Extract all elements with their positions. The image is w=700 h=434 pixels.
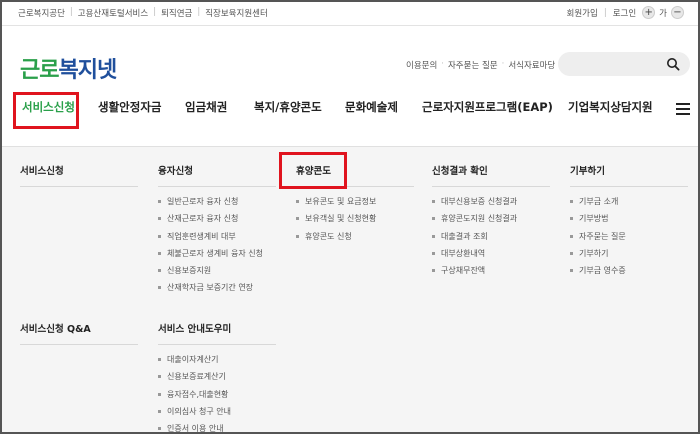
nav-eap[interactable]: 근로자지원프로그램(EAP) xyxy=(422,99,553,115)
submenu-item[interactable]: 융자접수,대출현황 xyxy=(158,389,276,406)
separator: · xyxy=(501,59,505,69)
top-utility-bar: 근로복지공단 | 고용산재토털서비스 | 퇴직연금 | 직장보육지원센터 회원가… xyxy=(2,2,698,26)
top-link-pension[interactable]: 퇴직연금 xyxy=(161,7,192,19)
column-title[interactable]: 서비스신청 xyxy=(20,163,138,187)
submenu-item[interactable]: 기부방법 xyxy=(570,213,688,230)
submenu-item[interactable]: 기부하기 xyxy=(570,248,688,265)
search-icon[interactable] xyxy=(666,57,680,71)
help-link-forms[interactable]: 서식자료마당 xyxy=(508,59,555,71)
submenu-item[interactable]: 대출결과 조회 xyxy=(432,231,550,248)
search-input[interactable] xyxy=(568,55,663,73)
login-link[interactable]: 로그인 xyxy=(613,7,636,19)
menu-icon-bar xyxy=(676,113,690,115)
column-title[interactable]: 신청결과 확인 xyxy=(432,163,550,187)
family-site-links: 근로복지공단 | 고용산재토털서비스 | 퇴직연금 | 직장보육지원센터 xyxy=(18,7,268,19)
submenu-item[interactable]: 대출이자계산기 xyxy=(158,354,276,371)
submenu-item[interactable]: 자주묻는 질문 xyxy=(570,231,688,248)
submenu-item[interactable]: 대부신용보증 신청결과 xyxy=(432,196,550,213)
menu-column-loan: 융자신청 일반근로자 융자 신청 산재근로자 융자 신청 직업훈련생계비 대부 … xyxy=(158,163,276,300)
column-title[interactable]: 서비스 안내도우미 xyxy=(158,321,276,345)
separator: | xyxy=(603,7,607,18)
submenu-item[interactable]: 휴양콘도지원 신청결과 xyxy=(432,213,550,230)
separator: | xyxy=(153,7,157,17)
submenu-item[interactable]: 보유객실 및 신청현황 xyxy=(296,213,414,230)
site-logo[interactable]: 근로 복지넷 xyxy=(20,52,117,84)
top-link-total-service[interactable]: 고용산재토털서비스 xyxy=(78,7,148,19)
highlight-box-condo xyxy=(279,152,347,189)
top-link-kcomwel[interactable]: 근로복지공단 xyxy=(18,7,65,19)
menu-column-service-apply: 서비스신청 xyxy=(20,163,138,196)
nav-culture-festival[interactable]: 문화예술제 xyxy=(345,99,398,115)
submenu-item[interactable]: 신용보증료계산기 xyxy=(158,371,276,388)
separator: | xyxy=(69,7,73,17)
help-link-inquiry[interactable]: 이용문의 xyxy=(406,59,437,71)
nav-welfare-condo[interactable]: 복지/휴양콘도 xyxy=(254,99,322,115)
column-title[interactable]: 융자신청 xyxy=(158,163,276,187)
nav-wage-claim[interactable]: 임금채권 xyxy=(185,99,227,115)
main-navigation: 서비스신청 생활안정자금 임금채권 복지/휴양콘도 문화예술제 근로자지원프로그… xyxy=(2,92,698,128)
top-link-childcare[interactable]: 직장보육지원센터 xyxy=(205,7,268,19)
submenu-item[interactable]: 구상채무잔액 xyxy=(432,265,550,282)
menu-column-service-qna: 서비스신청 Q&A xyxy=(20,321,138,354)
submenu-list: 일반근로자 융자 신청 산재근로자 융자 신청 직업훈련생계비 대부 체불근로자… xyxy=(158,196,276,300)
submenu-item[interactable]: 신용보증지원 xyxy=(158,265,276,282)
submenu-item[interactable]: 직업훈련생계비 대부 xyxy=(158,231,276,248)
submenu-item[interactable]: 기부금 소개 xyxy=(570,196,688,213)
menu-column-result-check: 신청결과 확인 대부신용보증 신청결과 휴양콘도지원 신청결과 대출결과 조회 … xyxy=(432,163,550,282)
submenu-list: 보유콘도 및 요금정보 보유객실 및 신청현황 휴양콘도 신청 xyxy=(296,196,414,248)
submenu-item[interactable]: 산재근로자 융자 신청 xyxy=(158,213,276,230)
separator: | xyxy=(197,7,201,17)
column-title[interactable]: 기부하기 xyxy=(570,163,688,187)
font-size-label: 가 xyxy=(659,8,667,19)
search-box xyxy=(558,52,690,76)
submenu-item[interactable]: 이의심사 청구 안내 xyxy=(158,406,276,423)
account-tools: 회원가입 | 로그인 + 가 − xyxy=(567,6,684,19)
mega-menu-panel: 서비스신청 융자신청 일반근로자 융자 신청 산재근로자 융자 신청 직업훈련생… xyxy=(2,146,698,432)
submenu-item[interactable]: 인증서 이용 안내 xyxy=(158,423,276,432)
zoom-out-button[interactable]: − xyxy=(671,6,684,19)
logo-text-part2: 복지넷 xyxy=(58,58,117,83)
menu-column-donation: 기부하기 기부금 소개 기부방법 자주묻는 질문 기부하기 기부금 영수증 xyxy=(570,163,688,282)
help-link-faq[interactable]: 자주묻는 질문 xyxy=(448,59,498,71)
submenu-list: 기부금 소개 기부방법 자주묻는 질문 기부하기 기부금 영수증 xyxy=(570,196,688,282)
submenu-list: 대부신용보증 신청결과 휴양콘도지원 신청결과 대출결과 조회 대부상환내역 구… xyxy=(432,196,550,282)
submenu-item[interactable]: 보유콘도 및 요금정보 xyxy=(296,196,414,213)
menu-icon-bar xyxy=(676,103,690,105)
column-title[interactable]: 서비스신청 Q&A xyxy=(20,321,138,345)
submenu-item[interactable]: 체불근로자 생계비 융자 신청 xyxy=(158,248,276,265)
menu-column-service-guide: 서비스 안내도우미 대출이자계산기 신용보증료계산기 융자접수,대출현황 이의심… xyxy=(158,321,276,432)
highlight-box-nav xyxy=(13,92,79,129)
page-frame: 근로복지공단 | 고용산재토털서비스 | 퇴직연금 | 직장보육지원센터 회원가… xyxy=(0,0,700,434)
zoom-in-button[interactable]: + xyxy=(642,6,656,19)
submenu-item[interactable]: 산재학자금 보증기간 연장 xyxy=(158,282,276,299)
nav-corporate-welfare[interactable]: 기업복지상담지원 xyxy=(568,99,653,115)
menu-icon[interactable] xyxy=(676,103,690,115)
menu-icon-bar xyxy=(676,108,690,110)
submenu-list: 대출이자계산기 신용보증료계산기 융자접수,대출현황 이의심사 청구 안내 인증… xyxy=(158,354,276,432)
signup-link[interactable]: 회원가입 xyxy=(567,7,598,19)
submenu-item[interactable]: 휴양콘도 신청 xyxy=(296,231,414,248)
nav-living-stability-fund[interactable]: 생활안정자금 xyxy=(98,99,161,115)
logo-text-part1: 근로 xyxy=(20,58,59,83)
help-links: 이용문의 · 자주묻는 질문 · 서식자료마당 xyxy=(406,59,555,71)
submenu-item[interactable]: 대부상환내역 xyxy=(432,248,550,265)
submenu-item[interactable]: 기부금 영수증 xyxy=(570,265,688,282)
separator: · xyxy=(441,59,444,69)
submenu-item[interactable]: 일반근로자 융자 신청 xyxy=(158,196,276,213)
